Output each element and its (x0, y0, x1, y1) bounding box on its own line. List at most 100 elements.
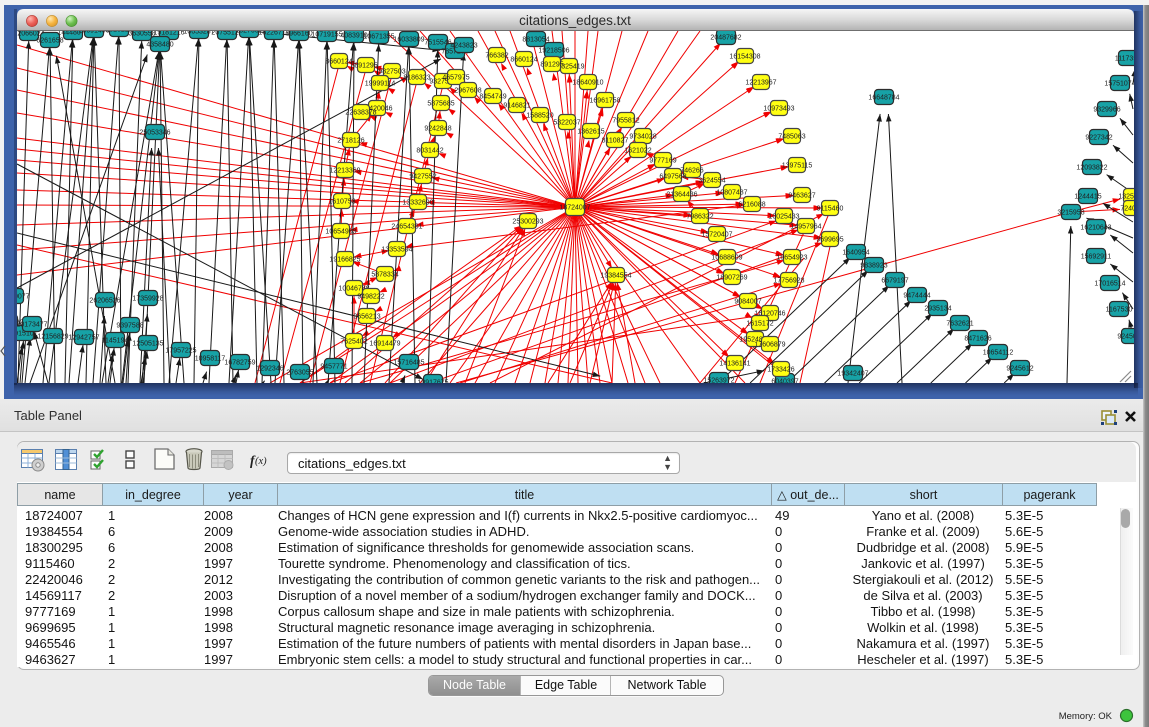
svg-text:10025433: 10025433 (768, 214, 799, 221)
svg-text:25053346: 25053346 (139, 130, 170, 137)
svg-text:7955812: 7955812 (612, 118, 639, 125)
svg-text:3215958: 3215958 (1057, 210, 1084, 217)
svg-text:9427552: 9427552 (409, 174, 436, 181)
svg-text:9329966: 9329966 (1093, 107, 1120, 114)
svg-text:citations_edges.txt: citations_edges.txt (519, 13, 631, 28)
svg-text:6216088: 6216088 (738, 202, 765, 209)
svg-text:18724007: 18724007 (559, 205, 590, 212)
svg-text:5878334: 5878334 (371, 272, 398, 279)
svg-text:9838923: 9838923 (860, 263, 887, 270)
svg-text:18640910: 18640910 (572, 80, 603, 87)
svg-text:2763055: 2763055 (286, 370, 313, 377)
svg-text:10654963: 10654963 (325, 229, 356, 236)
svg-text:26206526: 26206526 (89, 298, 120, 305)
svg-text:9827503: 9827503 (378, 69, 405, 76)
svg-text:9498222: 9498222 (357, 294, 384, 301)
svg-text:7632621: 7632621 (946, 321, 973, 328)
svg-text:4657975: 4657975 (442, 75, 469, 82)
svg-text:7485063: 7485063 (778, 134, 805, 141)
svg-text:1640954: 1640954 (842, 250, 869, 257)
svg-text:19690077: 19690077 (17, 294, 30, 301)
svg-text:5875685: 5875685 (427, 101, 454, 108)
svg-text:15751074: 15751074 (1104, 81, 1134, 88)
svg-text:15716485: 15716485 (393, 360, 424, 367)
svg-text:20487682: 20487682 (710, 35, 741, 42)
svg-text:1325419: 1325419 (1118, 194, 1134, 201)
svg-text:13353594: 13353594 (381, 247, 412, 254)
svg-text:10807487: 10807487 (716, 190, 747, 197)
svg-text:3624554: 3624554 (698, 178, 725, 185)
svg-text:8110827: 8110827 (602, 138, 629, 145)
svg-text:9146821: 9146821 (503, 103, 530, 110)
svg-text:19654923: 19654923 (776, 255, 807, 262)
svg-text:8186323: 8186323 (403, 75, 430, 82)
svg-text:17606879: 17606879 (754, 342, 785, 349)
svg-text:1117354: 1117354 (1115, 56, 1134, 63)
svg-text:8471626: 8471626 (964, 336, 991, 343)
svg-text:16154308: 16154308 (729, 54, 760, 61)
svg-text:10671355: 10671355 (363, 34, 394, 41)
svg-text:13975115: 13975115 (782, 163, 813, 170)
svg-text:16782759: 16782759 (224, 360, 255, 367)
svg-text:(x): (x) (255, 456, 267, 467)
svg-text:16961758: 16961758 (589, 98, 620, 105)
svg-text:1733426: 1733426 (767, 367, 794, 374)
svg-text:12156829: 12156829 (37, 334, 68, 341)
svg-text:891295: 891295 (354, 63, 377, 70)
svg-text:25300293: 25300293 (512, 219, 543, 226)
svg-text:766382: 766382 (485, 53, 508, 60)
svg-text:9227342: 9227342 (1085, 135, 1112, 142)
svg-text:2967608: 2967608 (454, 88, 481, 95)
svg-text:17957225: 17957225 (165, 348, 196, 355)
svg-text:9457771: 9457771 (320, 364, 347, 371)
svg-text:1244415: 1244415 (1074, 194, 1101, 201)
svg-text:13332690: 13332690 (402, 200, 433, 207)
svg-text:17756928: 17756928 (773, 278, 804, 285)
svg-text:9397588: 9397588 (116, 323, 143, 330)
svg-text:14957964: 14957964 (790, 224, 821, 231)
svg-text:2935134: 2935134 (924, 306, 951, 313)
svg-text:17016514: 17016514 (1094, 281, 1125, 288)
svg-text:19218506: 19218506 (538, 48, 569, 55)
svg-text:1615172: 1615172 (746, 321, 773, 328)
svg-text:22638378: 22638378 (345, 110, 376, 117)
svg-text:9242848: 9242848 (424, 126, 451, 133)
svg-text:6261658: 6261658 (36, 38, 63, 45)
svg-text:8660124: 8660124 (510, 57, 537, 64)
svg-text:8660124: 8660124 (325, 59, 352, 66)
svg-text:9474444: 9474444 (903, 293, 930, 300)
svg-text:8454749: 8454749 (479, 94, 506, 101)
svg-text:16210643: 16210643 (1080, 225, 1111, 232)
svg-text:4243823: 4243823 (450, 43, 477, 50)
svg-text:9245612: 9245612 (1006, 366, 1033, 373)
svg-text:12505135: 12505135 (132, 341, 163, 348)
svg-text:1610753: 1610753 (328, 199, 355, 206)
svg-text:19384554: 19384554 (600, 273, 631, 280)
svg-text:16648784: 16648784 (868, 95, 899, 102)
svg-text:6966160: 6966160 (285, 31, 312, 38)
svg-text:5322037: 5322037 (553, 120, 580, 127)
svg-text:9734028: 9734028 (629, 134, 656, 141)
svg-text:891295: 891295 (540, 62, 563, 69)
svg-text:1588520: 1588520 (526, 113, 553, 120)
svg-text:24654361: 24654361 (391, 224, 422, 231)
svg-text:15720407: 15720407 (701, 232, 732, 239)
svg-text:9463627: 9463627 (788, 193, 815, 200)
svg-text:1292346: 1292346 (256, 366, 283, 373)
svg-text:12093822: 12093822 (1076, 165, 1107, 172)
svg-text:10973493: 10973493 (763, 106, 794, 113)
svg-text:9777169: 9777169 (649, 158, 676, 165)
svg-text:19166825: 19166825 (329, 257, 360, 264)
svg-text:2718126: 2718126 (337, 138, 364, 145)
svg-text:17359928: 17359928 (132, 296, 163, 303)
svg-text:6679197: 6679197 (881, 278, 908, 285)
svg-text:1621022: 1621022 (624, 148, 651, 155)
svg-text:10719155: 10719155 (311, 32, 342, 39)
svg-text:16033809: 16033809 (393, 37, 424, 44)
svg-text:10654112: 10654112 (983, 350, 1014, 357)
svg-text:7986322: 7986322 (686, 214, 713, 221)
svg-text:7625402: 7625402 (340, 339, 367, 346)
svg-text:14136141: 14136141 (719, 361, 750, 368)
svg-text:12213967: 12213967 (745, 80, 776, 87)
svg-text:1362615: 1362615 (577, 129, 604, 136)
